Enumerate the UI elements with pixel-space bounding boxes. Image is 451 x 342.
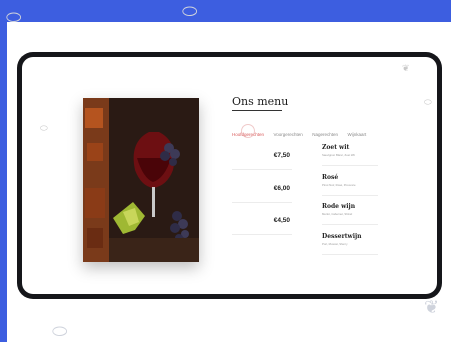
left-brand-bar bbox=[0, 0, 7, 342]
cursor-indicator bbox=[241, 124, 255, 138]
price-row: €6,00 bbox=[232, 178, 292, 203]
wine-name: Zoet wit bbox=[322, 144, 350, 151]
wine-name: Rode wijn bbox=[322, 203, 356, 210]
menu-title: Ons menu bbox=[232, 95, 289, 108]
row-divider bbox=[322, 165, 378, 166]
row-divider bbox=[322, 195, 378, 196]
leaf-doodle-icon: ❦ bbox=[424, 297, 440, 317]
wine-description: Pinot Noir, Rosé, Provence bbox=[322, 183, 356, 187]
coffee-bean-doodle-icon: ⬭ bbox=[182, 1, 198, 21]
wine-item[interactable]: Rosé Pinot Noir, Rosé, Provence bbox=[322, 174, 382, 196]
wine-photo bbox=[83, 98, 199, 262]
leaf-doodle-icon: ❦ bbox=[402, 63, 410, 73]
price: €4,50 bbox=[273, 217, 290, 224]
wine-item[interactable]: Zoet wit Sauvignon Blanc, Zoet Wit bbox=[322, 144, 382, 166]
tab-nagerechten[interactable]: Nagerechten bbox=[312, 132, 338, 137]
price-row: €4,50 bbox=[232, 210, 292, 235]
row-divider bbox=[232, 202, 292, 203]
tab-voorgerechten[interactable]: Voorgerechten bbox=[273, 132, 302, 137]
wine-name: Rosé bbox=[322, 174, 339, 181]
row-divider bbox=[232, 169, 292, 170]
coffee-bean-doodle-icon: ⬭ bbox=[40, 123, 48, 133]
row-divider bbox=[322, 254, 378, 255]
top-brand-bar bbox=[0, 0, 451, 22]
wine-description: Port, Muscat, Sherry bbox=[322, 242, 348, 246]
row-divider bbox=[232, 234, 292, 235]
wine-description: Sauvignon Blanc, Zoet Wit bbox=[322, 153, 355, 157]
price: €6,00 bbox=[273, 185, 290, 192]
row-divider bbox=[322, 224, 378, 225]
price: €7,50 bbox=[273, 152, 290, 159]
screen: Ons menu Hoofdgerechten Voorgerechten Na… bbox=[22, 57, 437, 294]
wine-name: Dessertwijn bbox=[322, 233, 362, 240]
coffee-bean-doodle-icon: ⬭ bbox=[424, 97, 432, 107]
tab-wijnkaart[interactable]: Wijnkaart bbox=[347, 132, 366, 137]
coffee-bean-doodle-icon: ⬭ bbox=[6, 7, 22, 27]
title-underline bbox=[232, 110, 282, 111]
wine-item[interactable]: Rode wijn Merlot, Cabernet, Shiraz bbox=[322, 203, 382, 225]
wine-item[interactable]: Dessertwijn Port, Muscat, Sherry bbox=[322, 233, 382, 255]
price-row: €7,50 bbox=[232, 145, 292, 170]
coffee-bean-doodle-icon: ⬭ bbox=[52, 321, 68, 341]
wine-description: Merlot, Cabernet, Shiraz bbox=[322, 212, 353, 216]
